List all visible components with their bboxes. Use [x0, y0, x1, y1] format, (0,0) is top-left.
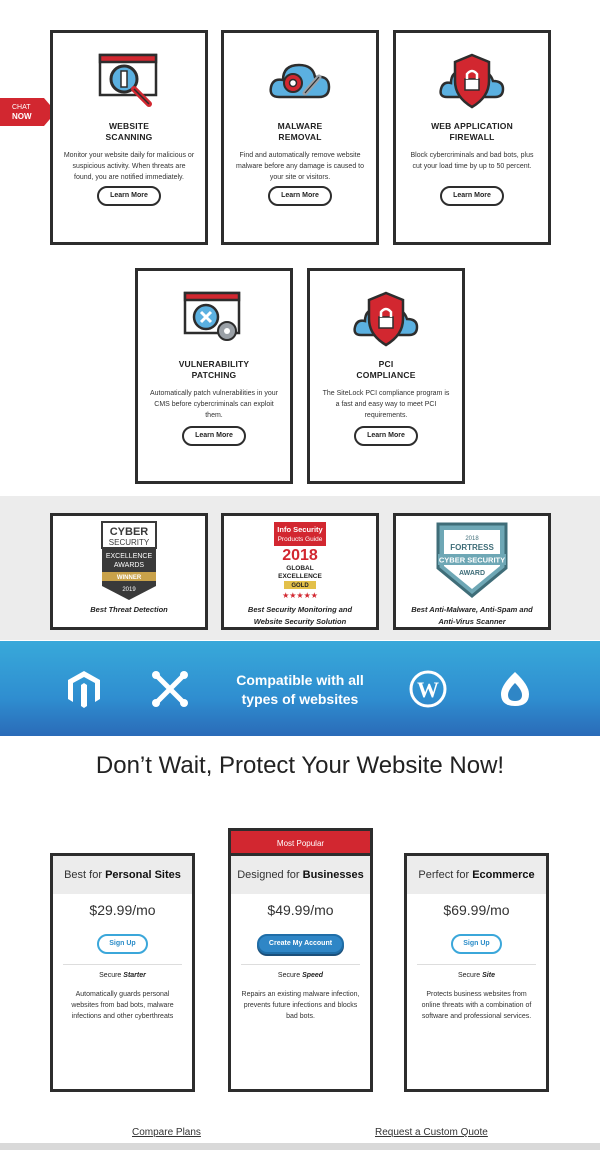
chat-now-label: NOW [12, 112, 32, 121]
service-title: WEBSITE SCANNING [105, 121, 153, 142]
most-popular-badge: Most Popular [228, 828, 373, 854]
sign-up-button[interactable]: Sign Up [97, 934, 148, 954]
award-caption: Best Security Monitoring and Website Secu… [247, 605, 353, 626]
chat-label: CHAT [12, 104, 31, 111]
service-card-pci-compliance: PCI COMPLIANCE The SiteLock PCI complianc… [307, 268, 465, 484]
service-card-malware-removal: MALWARE REMOVAL Find and automatically re… [221, 30, 379, 245]
svg-text:Products Guide: Products Guide [278, 536, 323, 543]
service-description: Block cybercriminals and bad bots, plus … [410, 152, 534, 170]
plan-title: Perfect for Ecommerce [407, 856, 546, 894]
shield-lock-icon [404, 47, 540, 117]
award-caption: Best Anti-Malware, Anti-Spam and Anti-Vir… [411, 605, 533, 626]
service-card-web-application-firewall: WEB APPLICATION FIREWALL Block cybercrimi… [393, 30, 551, 245]
info-security-award-badge: Info Security Products Guide 2018 GLOBAL… [274, 522, 326, 600]
svg-text:2019: 2019 [122, 587, 136, 593]
plan-description: Protects business websites from online t… [421, 991, 532, 1020]
plan-title: Designed for Businesses [231, 856, 370, 894]
shield-lock-icon [318, 285, 454, 355]
service-description: Find and automatically remove website ma… [235, 152, 365, 181]
svg-text:2018: 2018 [465, 536, 479, 542]
fortress-award-badge: 2018 FORTRESS CYBER SECURITY AWARD [436, 522, 508, 598]
plan-price: $49.99/mo [267, 902, 334, 918]
service-card-vulnerability-patching: VULNERABILITY PATCHING Automatically patc… [135, 268, 293, 484]
service-description: The SiteLock PCI compliance program is a… [322, 390, 450, 419]
svg-text:SECURITY: SECURITY [109, 538, 150, 547]
plan-title: Best for Personal Sites [53, 856, 192, 894]
service-title: WEB APPLICATION FIREWALL [431, 121, 513, 142]
service-card-website-scanning: WEBSITE SCANNING Monitor your website dai… [50, 30, 208, 245]
learn-more-button[interactable]: Learn More [268, 186, 332, 206]
cloud-wrench-icon [232, 47, 368, 117]
learn-more-button[interactable]: Learn More [182, 426, 246, 446]
plan-description: Automatically guards personal websites f… [71, 991, 174, 1020]
divider [241, 964, 360, 965]
compatibility-banner: Compatible with all types of websites W [0, 641, 600, 736]
svg-text:FORTRESS: FORTRESS [450, 543, 494, 552]
svg-text:CYBER: CYBER [110, 526, 149, 538]
award-card-cyber-security-excellence: CYBER SECURITY EXCELLENCE AWARDS WINNER … [50, 513, 208, 630]
plan-description: Repairs an existing malware infection, p… [241, 991, 360, 1020]
cyber-security-award-badge: CYBER SECURITY EXCELLENCE AWARDS WINNER … [101, 521, 157, 600]
browser-gear-icon [146, 285, 282, 355]
svg-text:GOLD: GOLD [291, 583, 309, 589]
plan-tier: Secure Starter [99, 972, 146, 979]
sign-up-button[interactable]: Sign Up [451, 934, 502, 954]
plan-card-personal: Best for Personal Sites $29.99/mo Sign U… [50, 853, 195, 1092]
joomla-icon [150, 669, 190, 709]
request-quote-link[interactable]: Request a Custom Quote [375, 1127, 488, 1138]
service-title: MALWARE REMOVAL [277, 121, 323, 142]
svg-text:EXCELLENCE: EXCELLENCE [278, 573, 322, 580]
awards-section: CYBER SECURITY EXCELLENCE AWARDS WINNER … [0, 496, 600, 640]
service-title: PCI COMPLIANCE [356, 359, 416, 380]
svg-text:GLOBAL: GLOBAL [286, 565, 313, 572]
page-bottom-bar [0, 1143, 600, 1150]
plan-card-ecommerce: Perfect for Ecommerce $69.99/mo Sign Up … [404, 853, 549, 1092]
create-account-button[interactable]: Create My Account [256, 934, 345, 954]
svg-text:WINNER: WINNER [117, 575, 142, 581]
svg-text:Info Security: Info Security [277, 525, 323, 534]
service-title: VULNERABILITY PATCHING [178, 359, 250, 380]
award-card-info-security-products-guide: Info Security Products Guide 2018 GLOBAL… [221, 513, 379, 630]
wordpress-icon: W [408, 669, 448, 709]
compare-plans-link[interactable]: Compare Plans [132, 1127, 201, 1138]
service-description: Automatically patch vulnerabilities in y… [149, 390, 278, 419]
svg-text:2018: 2018 [282, 547, 318, 564]
plan-card-business: Designed for Businesses $49.99/mo Create… [228, 853, 373, 1092]
plan-tier: Secure Site [458, 972, 495, 979]
magnifier-browser-icon [61, 47, 197, 117]
plan-price: $29.99/mo [89, 902, 156, 918]
divider [63, 964, 182, 965]
drupal-icon [495, 669, 535, 709]
award-card-fortress-cyber-security: 2018 FORTRESS CYBER SECURITY AWARD Best … [393, 513, 551, 630]
learn-more-button[interactable]: Learn More [440, 186, 504, 206]
plan-price: $69.99/mo [443, 902, 510, 918]
learn-more-button[interactable]: Learn More [354, 426, 418, 446]
svg-text:EXCELLENCE: EXCELLENCE [106, 553, 153, 560]
svg-text:AWARDS: AWARDS [114, 562, 145, 569]
divider [417, 964, 536, 965]
svg-text:AWARD: AWARD [459, 570, 485, 577]
award-caption: Best Threat Detection [90, 605, 168, 614]
service-description: Monitor your website daily for malicious… [63, 152, 195, 181]
svg-text:W: W [417, 677, 439, 702]
compatibility-text: Compatible with all types of websites [236, 672, 364, 707]
page-headline: Don’t Wait, Protect Your Website Now! [95, 752, 505, 779]
svg-text:CYBER SECURITY: CYBER SECURITY [439, 556, 505, 565]
plan-tier: Secure Speed [277, 972, 324, 979]
chat-now-tab[interactable]: CHAT NOW [0, 98, 50, 126]
learn-more-button[interactable]: Learn More [97, 186, 161, 206]
magento-icon [64, 669, 104, 709]
svg-text:★★★★★: ★★★★★ [282, 591, 318, 600]
